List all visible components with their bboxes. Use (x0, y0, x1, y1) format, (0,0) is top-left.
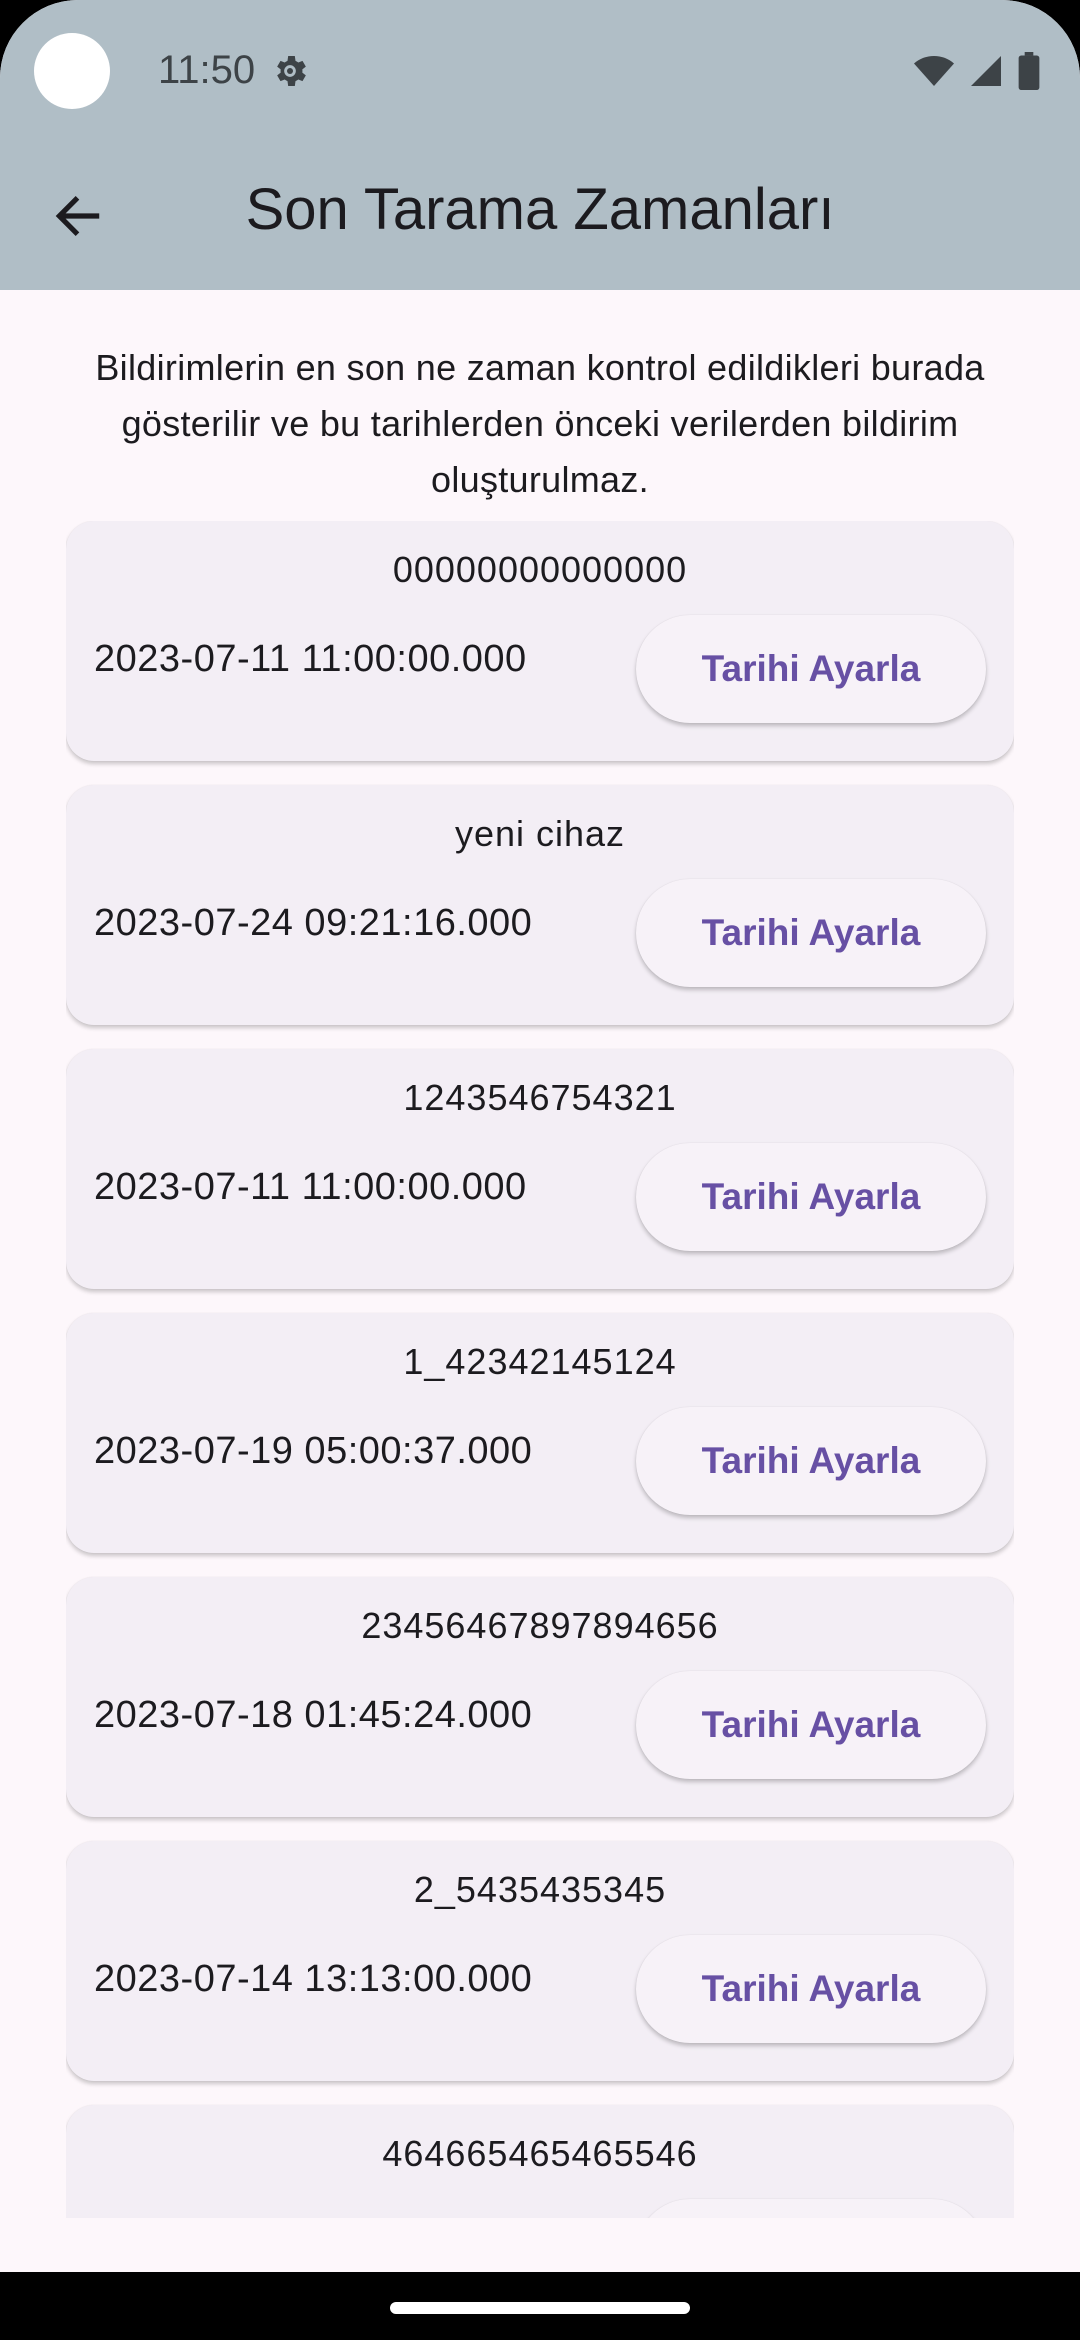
cellular-signal-icon (971, 56, 1001, 86)
last-scan-date: 2023-07-18 01:45:24.000 (94, 1694, 533, 1736)
status-time: 11:50 (158, 48, 256, 92)
set-date-button[interactable]: Tarihi Ayarla (636, 879, 986, 987)
set-date-button[interactable] (636, 2199, 986, 2218)
screen: 11:50 Son Tarama Zamanları Bildirimlerin… (0, 0, 1080, 2340)
settings-gear-icon (277, 56, 306, 86)
device-id: yeni cihaz (454, 813, 626, 854)
last-scan-date: 2023-07-19 05:00:37.000 (94, 1430, 533, 1472)
device-card: yeni cihaz 2023-07-24 09:21:16.000 Tarih… (66, 785, 1014, 1025)
app-bar: Son Tarama Zamanları (0, 140, 1080, 290)
device-card: 2_5435435345 2023-07-14 13:13:00.000 Tar… (66, 1841, 1014, 2081)
set-date-button[interactable]: Tarihi Ayarla (636, 1671, 986, 1779)
set-date-button[interactable]: Tarihi Ayarla (636, 615, 986, 723)
last-scan-date: 2023-07-11 11:00:00.000 (94, 1166, 527, 1208)
device-card: 1_42342145124 2023-07-19 05:00:37.000 Ta… (66, 1313, 1014, 1553)
device-card: 23456467897894656 2023-07-18 01:45:24.00… (66, 1577, 1014, 1817)
set-date-button[interactable]: Tarihi Ayarla (636, 1143, 986, 1251)
device-card: 00000000000000 2023-07-11 11:00:00.000 T… (66, 521, 1014, 761)
wifi-icon (914, 56, 954, 86)
device-id: 1243546754321 (403, 1077, 677, 1118)
device-id: 00000000000000 (392, 549, 688, 590)
last-scan-date: 2023-07-11 11:00:00.000 (94, 638, 527, 680)
battery-icon (1018, 52, 1040, 90)
last-scan-date: 2023-07-24 09:21:16.000 (94, 902, 533, 944)
device-id: 2_5435435345 (413, 1869, 667, 1910)
system-icons (914, 52, 1040, 90)
device-id: 464665465465546 (382, 2133, 698, 2174)
camera-cutout (34, 33, 110, 109)
set-date-button[interactable]: Tarihi Ayarla (636, 1935, 986, 2043)
device-card: 464665465465546 (66, 2105, 1014, 2218)
device-id: 23456467897894656 (361, 1605, 719, 1646)
device-card: 1243546754321 2023-07-11 11:00:00.000 Ta… (66, 1049, 1014, 1289)
device-id: 1_42342145124 (403, 1341, 677, 1382)
device-list[interactable]: 00000000000000 2023-07-11 11:00:00.000 T… (66, 521, 1014, 2218)
description-text: Bildirimlerin en son ne zaman kontrol ed… (95, 347, 985, 500)
set-date-button[interactable]: Tarihi Ayarla (636, 1407, 986, 1515)
last-scan-date: 2023-07-14 13:13:00.000 (94, 1958, 533, 2000)
home-gesture-handle[interactable] (390, 2302, 690, 2314)
page-title: Son Tarama Zamanları (245, 177, 835, 242)
status-bar: 11:50 (0, 0, 1080, 140)
